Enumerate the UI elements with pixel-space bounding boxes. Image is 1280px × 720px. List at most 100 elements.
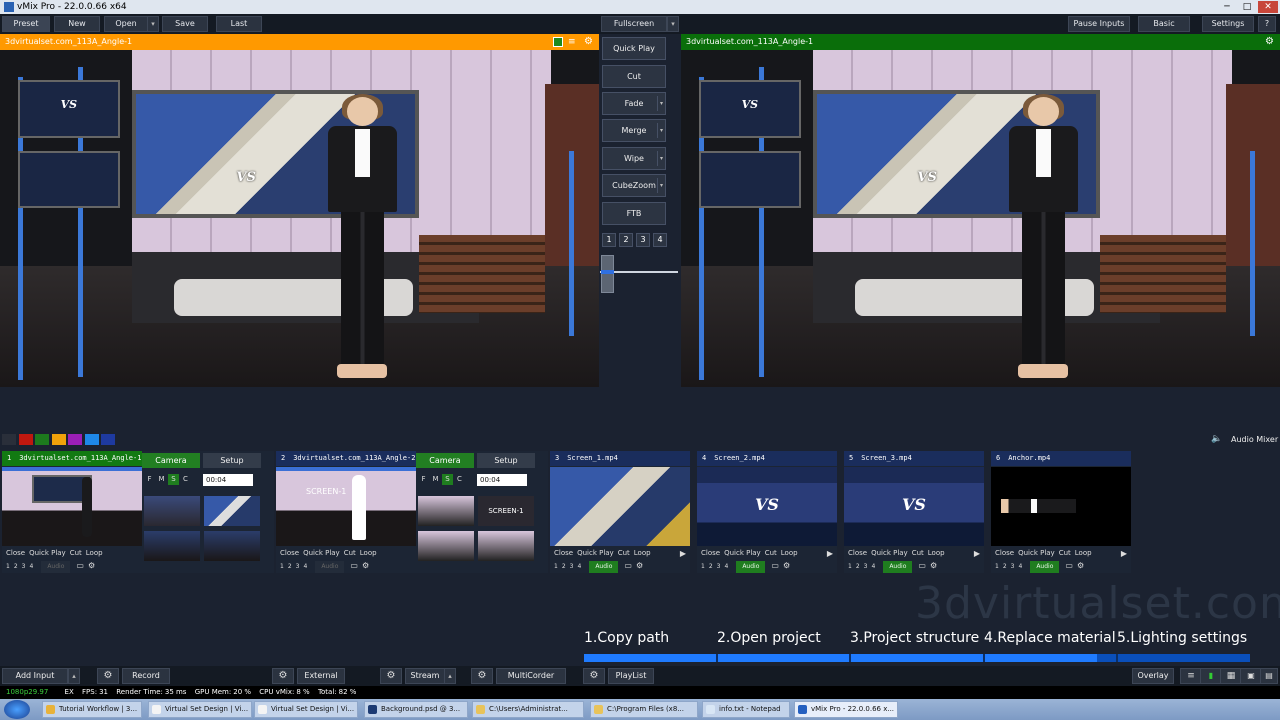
input-1-camera-button[interactable]: Camera	[142, 453, 200, 468]
input-close-button[interactable]: Close	[554, 549, 573, 557]
input-thumbnail[interactable]: VS	[844, 467, 984, 546]
monitor-icon[interactable]: ▭	[350, 561, 358, 570]
monitor-icon[interactable]: ▭	[624, 561, 632, 570]
taskbar-item-4[interactable]: Background.psd @ 3...	[364, 701, 468, 718]
input-2-virtual-input-2[interactable]: SCREEN-1	[478, 496, 534, 526]
overlay-button[interactable]: Overlay	[1132, 668, 1174, 684]
monitor-icon[interactable]: ▭	[771, 561, 779, 570]
overlay-3-button[interactable]: 3	[296, 563, 300, 570]
ftb-button[interactable]: FTB	[602, 202, 666, 225]
input-cut-button[interactable]: Cut	[618, 549, 630, 557]
pause-inputs-button[interactable]: Pause Inputs	[1068, 16, 1130, 32]
overlay-3-button[interactable]: 3	[1011, 563, 1015, 570]
color-swatch-4[interactable]	[51, 434, 66, 445]
wipe-dropdown-icon[interactable]: ▾	[657, 151, 665, 166]
color-swatch-5[interactable]	[68, 434, 82, 445]
input-gear-icon[interactable]: ⚙	[88, 561, 95, 570]
input-gear-icon[interactable]: ⚙	[636, 561, 643, 570]
input-1-time-field[interactable]: 00:04	[203, 474, 253, 486]
overlay-4-button[interactable]: 4	[871, 563, 875, 570]
stream-dropdown-icon[interactable]: ▴	[444, 668, 456, 684]
multicorder-button[interactable]: MultiCorder	[496, 668, 566, 684]
output-video[interactable]: VS VS	[681, 50, 1280, 387]
taskbar-item-3[interactable]: Virtual Set Design | Vi...	[254, 701, 358, 718]
overlay-2-button[interactable]: 2	[562, 563, 566, 570]
overlay-4-button[interactable]: 4	[1018, 563, 1022, 570]
input-1-f[interactable]: F	[144, 474, 155, 485]
input-loop-button[interactable]: Loop	[781, 549, 798, 557]
fullscreen-button[interactable]: Fullscreen	[601, 16, 667, 32]
input-quick-play-button[interactable]: Quick Play	[871, 549, 908, 557]
external-button[interactable]: External	[297, 668, 345, 684]
color-swatch-3[interactable]	[35, 434, 49, 445]
overlay-2-button[interactable]: 2	[709, 563, 713, 570]
monitor-icon[interactable]: ▭	[918, 561, 926, 570]
cubezoom-dropdown-icon[interactable]: ▾	[657, 178, 665, 193]
input-1-c[interactable]: C	[180, 474, 191, 485]
new-button[interactable]: New	[54, 16, 100, 32]
input-tile-5[interactable]: 5 Screen_3.mp4 VS Close Quick Play Cut Loop ▶ 1 2…	[844, 451, 984, 573]
preset-button[interactable]: Preset	[2, 16, 50, 32]
overlay-2-button[interactable]: 2	[14, 563, 18, 570]
input-thumbnail[interactable]	[991, 467, 1131, 546]
record-gear-icon[interactable]: ⚙	[97, 668, 119, 684]
input-2-time-field[interactable]: 00:04	[477, 474, 527, 486]
overlay-1-button[interactable]: 1	[6, 563, 10, 570]
overlay-3-button[interactable]: 3	[570, 563, 574, 570]
taskbar-item-2[interactable]: Virtual Set Design | Vi...	[148, 701, 252, 718]
input-header[interactable]: 4 Screen_2.mp4	[697, 451, 837, 466]
grid-view-icon[interactable]: ▦	[1220, 668, 1242, 684]
external-gear-icon[interactable]: ⚙	[272, 668, 294, 684]
input-quick-play-button[interactable]: Quick Play	[29, 549, 66, 557]
taskbar-item-6[interactable]: C:\Program Files (x8...	[590, 701, 698, 718]
open-dropdown-icon[interactable]: ▾	[147, 16, 159, 32]
play-icon[interactable]: ▶	[680, 548, 686, 559]
transition-1-button[interactable]: 1	[602, 233, 616, 247]
taskbar-item-1[interactable]: Tutorial Workflow | 3...	[42, 701, 142, 718]
color-swatch-1[interactable]	[2, 434, 16, 445]
overlay-3-button[interactable]: 3	[22, 563, 26, 570]
input-loop-button[interactable]: Loop	[86, 549, 103, 557]
input-2-setup-button[interactable]: Setup	[477, 453, 535, 468]
playlist-button[interactable]: PlayList	[608, 668, 654, 684]
input-quick-play-button[interactable]: Quick Play	[577, 549, 614, 557]
input-gear-icon[interactable]: ⚙	[930, 561, 937, 570]
monitor-icon[interactable]: ▭	[76, 561, 84, 570]
input-2-virtual-input-1[interactable]	[418, 496, 474, 526]
add-input-button[interactable]: Add Input	[2, 668, 68, 684]
multiview-icon[interactable]: ▤	[1260, 668, 1278, 684]
start-button-icon[interactable]	[4, 700, 30, 719]
input-2-virtual-input-3[interactable]	[418, 531, 474, 561]
input-2-c[interactable]: C	[454, 474, 465, 485]
open-button[interactable]: Open	[104, 16, 148, 32]
transition-4-button[interactable]: 4	[653, 233, 667, 247]
taskbar-item-8[interactable]: vMix Pro - 22.0.0.66 x...	[794, 701, 898, 718]
record-button[interactable]: Record	[122, 668, 170, 684]
input-tile-4[interactable]: 4 Screen_2.mp4 VS Close Quick Play Cut Loop ▶ 1 2…	[697, 451, 837, 573]
overlay-4-button[interactable]: 4	[29, 563, 33, 570]
play-icon[interactable]: ▶	[974, 548, 980, 559]
input-cut-button[interactable]: Cut	[912, 549, 924, 557]
stream-button[interactable]: Stream	[405, 668, 445, 684]
input-loop-button[interactable]: Loop	[360, 549, 377, 557]
overlay-2-button[interactable]: 2	[288, 563, 292, 570]
input-cut-button[interactable]: Cut	[344, 549, 356, 557]
overlay-1-button[interactable]: 1	[995, 563, 999, 570]
input-2-camera-button[interactable]: Camera	[416, 453, 474, 468]
close-window-button[interactable]: ✕	[1258, 1, 1278, 13]
audio-mixer-button[interactable]: Audio Mixer	[1231, 435, 1278, 444]
input-cut-button[interactable]: Cut	[1059, 549, 1071, 557]
cut-button[interactable]: Cut	[602, 65, 666, 88]
input-1-setup-button[interactable]: Setup	[203, 453, 261, 468]
wipe-button[interactable]: Wipe ▾	[602, 147, 666, 170]
audio-button[interactable]: Audio	[41, 561, 71, 573]
play-icon[interactable]: ▶	[1121, 548, 1127, 559]
basic-button[interactable]: Basic	[1138, 16, 1190, 32]
merge-dropdown-icon[interactable]: ▾	[657, 123, 665, 138]
cubezoom-button[interactable]: CubeZoom ▾	[602, 174, 666, 197]
transition-3-button[interactable]: 3	[636, 233, 650, 247]
fade-button[interactable]: Fade ▾	[602, 92, 666, 115]
input-quick-play-button[interactable]: Quick Play	[1018, 549, 1055, 557]
input-gear-icon[interactable]: ⚙	[783, 561, 790, 570]
input-header[interactable]: 2 3dvirtualset.com_113A_Angle-2	[276, 451, 416, 466]
